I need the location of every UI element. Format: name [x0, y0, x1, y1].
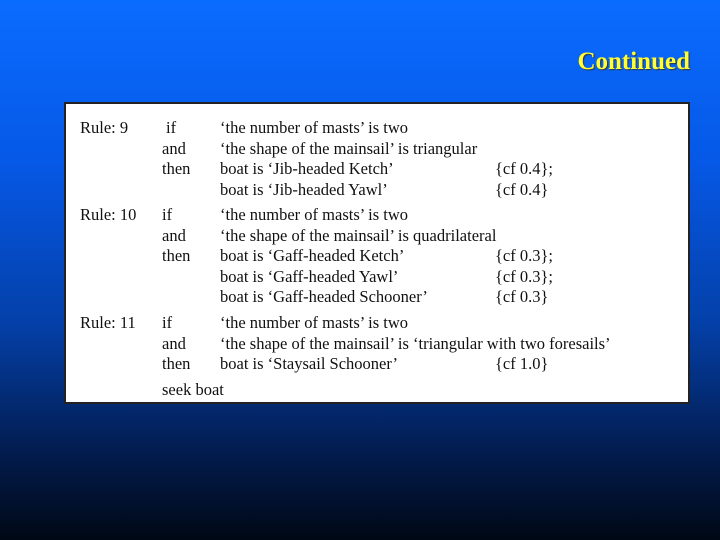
certainty-factor: {cf 0.4}	[495, 179, 549, 199]
condition: ‘the shape of the mainsail’ is triangula…	[220, 138, 478, 158]
keyword: if	[166, 118, 177, 137]
slide-title: Continued	[577, 48, 690, 75]
keyword: if	[162, 205, 173, 224]
conclusion: boat is ‘Staysail Schooner’	[220, 354, 398, 373]
keyword: then	[162, 159, 191, 178]
certainty-factor: {cf 1.0}	[495, 354, 549, 373]
certainty-factor: {cf 0.3};	[495, 246, 553, 265]
rule-11: Rule: 11 if ‘the number of masts’ is two a…	[66, 313, 688, 375]
conclusion: boat is ‘Gaff-headed Yawl’	[220, 266, 399, 286]
rule-label: Rule: 11	[80, 313, 136, 332]
condition: ‘the number of masts’ is two	[220, 205, 409, 224]
conclusion: boat is ‘Jib-headed Ketch’	[220, 159, 394, 178]
certainty-factor: {cf 0.3};	[495, 266, 553, 286]
keyword: if	[162, 313, 173, 332]
keyword: then	[162, 246, 191, 265]
keyword: then	[162, 354, 191, 373]
certainty-factor: {cf 0.3}	[495, 287, 549, 306]
rule-line: then boat is ‘Gaff-headed Ketch’ {cf 0.3};	[66, 246, 688, 267]
rule-line: Rule: 9 if ‘the number of masts’ is two	[66, 118, 688, 139]
keyword: and	[162, 138, 186, 158]
condition: ‘the number of masts’ is two	[220, 118, 409, 137]
rule-line: boat is ‘Gaff-headed Yawl’ {cf 0.3};	[66, 267, 688, 288]
seek-goal: seek boat	[162, 380, 224, 399]
rule-line: and ‘the shape of the mainsail’ is ‘trian…	[66, 334, 688, 355]
rule-label: Rule: 9	[80, 118, 129, 137]
rule-9: Rule: 9 if ‘the number of masts’ is two an…	[66, 118, 688, 200]
rule-line: and ‘the shape of the mainsail’ is triang…	[66, 139, 688, 160]
certainty-factor: {cf 0.4};	[495, 159, 553, 178]
rule-line: boat is ‘Gaff-headed Schooner’ {cf 0.3}	[66, 287, 688, 308]
rule-line: Rule: 10 if ‘the number of masts’ is two	[66, 205, 688, 226]
rule-label: Rule: 10	[80, 205, 137, 224]
rule-10: Rule: 10 if ‘the number of masts’ is two a…	[66, 205, 688, 308]
rule-line: boat is ‘Jib-headed Yawl’ {cf 0.4}	[66, 180, 688, 201]
conclusion: boat is ‘Gaff-headed Ketch’	[220, 246, 405, 265]
condition: ‘the shape of the mainsail’ is quadrilat…	[220, 225, 497, 245]
condition: ‘the number of masts’ is two	[220, 313, 409, 332]
rule-line: Rule: 11 if ‘the number of masts’ is two	[66, 313, 688, 334]
conclusion: boat is ‘Jib-headed Yawl’	[220, 179, 388, 199]
conclusion: boat is ‘Gaff-headed Schooner’	[220, 287, 428, 306]
keyword: and	[162, 333, 186, 353]
rule-line: and ‘the shape of the mainsail’ is quadri…	[66, 226, 688, 247]
rules-box: Rule: 9 if ‘the number of masts’ is two an…	[64, 102, 690, 404]
keyword: and	[162, 225, 186, 245]
rule-line: then boat is ‘Jib-headed Ketch’ {cf 0.4};	[66, 159, 688, 180]
condition: ‘the shape of the mainsail’ is ‘triangul…	[220, 333, 611, 353]
rule-line: then boat is ‘Staysail Schooner’ {cf 1.0}	[66, 354, 688, 375]
